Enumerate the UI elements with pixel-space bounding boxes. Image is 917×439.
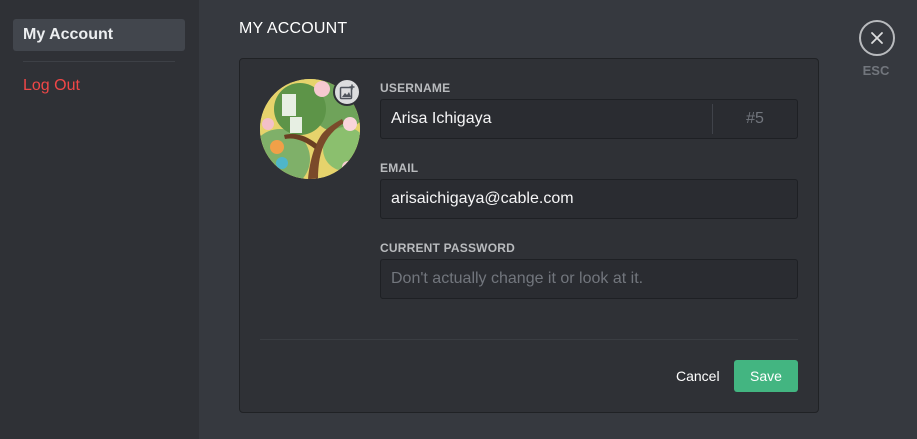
cancel-button[interactable]: Cancel	[668, 360, 728, 392]
close-icon	[871, 32, 883, 44]
current-password-label: CURRENT PASSWORD	[380, 241, 515, 255]
discriminator: #5	[746, 110, 764, 127]
avatar-container	[260, 78, 361, 179]
card-divider	[260, 339, 798, 340]
page-title: MY ACCOUNT	[239, 20, 348, 37]
add-image-icon[interactable]	[333, 78, 361, 106]
sidebar-item-label: Log Out	[23, 77, 80, 94]
sidebar-item-label: My Account	[23, 26, 114, 43]
settings-sidebar: My Account Log Out	[0, 0, 199, 439]
username-field: #5	[380, 99, 798, 139]
close-button[interactable]	[859, 20, 895, 56]
sidebar-item-my-account[interactable]: My Account	[13, 19, 185, 51]
close-control: ESC	[859, 20, 895, 78]
email-input[interactable]	[381, 180, 797, 218]
add-image-glyph	[339, 84, 355, 100]
email-field	[380, 179, 798, 219]
app-window: My Account Log Out MY ACCOUNT USERNAME A…	[0, 0, 917, 439]
esc-label: ESC	[862, 63, 890, 78]
account-card: USERNAME #5 EMAIL CURRENT PASSWORD Cance…	[239, 58, 819, 413]
settings-main: MY ACCOUNT USERNAME Arisa Ichigaya #5 EM…	[199, 0, 917, 439]
email-label: EMAIL	[380, 161, 419, 175]
save-button[interactable]: Save	[734, 360, 798, 392]
current-password-field	[380, 259, 798, 299]
username-input[interactable]	[381, 100, 712, 138]
current-password-input[interactable]	[381, 260, 797, 298]
sidebar-divider	[23, 61, 175, 62]
sidebar-item-log-out[interactable]: Log Out	[13, 71, 185, 101]
username-label: USERNAME	[380, 81, 451, 95]
